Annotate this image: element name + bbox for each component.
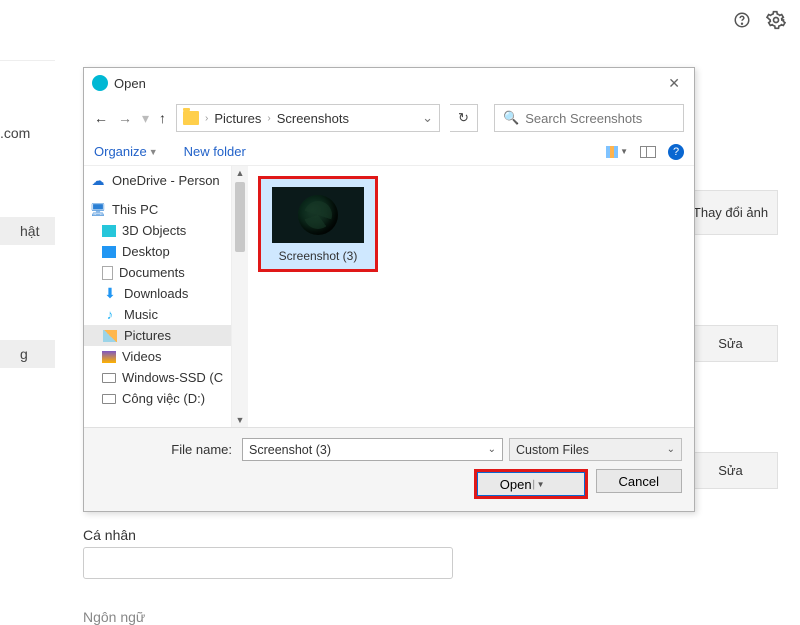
close-button[interactable]: ✕ — [662, 75, 686, 92]
new-folder-button[interactable]: New folder — [184, 144, 246, 159]
pic-icon — [102, 329, 118, 343]
cloud-icon: ☁ — [90, 174, 106, 188]
address-bar[interactable]: › Pictures › Screenshots ⌄ — [176, 104, 440, 132]
tree-item-onedrive-person[interactable]: ☁ OneDrive - Person — [84, 170, 231, 191]
file-list[interactable]: Screenshot (3) — [248, 166, 694, 427]
filename-label: File name: — [96, 442, 236, 457]
tree-item-label: Documents — [119, 265, 185, 280]
view-mode-button[interactable]: ▼ — [606, 146, 628, 158]
background-bottom: Cá nhân Ngôn ngữ — [83, 527, 453, 625]
chevron-down-icon[interactable]: ⌄ — [422, 110, 433, 126]
settings-icon[interactable] — [766, 10, 786, 30]
open-button[interactable]: Open│▼ — [477, 472, 585, 496]
tree-item-label: Desktop — [122, 244, 170, 259]
nav-up-icon[interactable]: ↑ — [159, 110, 166, 126]
tree-item-videos[interactable]: Videos — [84, 346, 231, 367]
tree-item-label: Windows-SSD (C — [122, 370, 223, 385]
organize-menu[interactable]: Organize ▼ — [94, 144, 158, 159]
pc-icon: 🖥 — [90, 203, 106, 217]
tree-scrollbar[interactable]: ▲ ▼ — [232, 166, 248, 427]
breadcrumb[interactable]: Pictures — [214, 111, 261, 126]
background-left: .com hật g — [0, 50, 55, 368]
edit-button-2[interactable]: Sửa — [683, 452, 778, 489]
tree-item-label: Pictures — [124, 328, 171, 343]
personal-input[interactable] — [83, 547, 453, 579]
doc-icon — [102, 266, 113, 280]
tree-item-label: This PC — [112, 202, 158, 217]
chevron-down-icon[interactable]: ⌄ — [488, 444, 496, 455]
tree-item-music[interactable]: ♪ Music — [84, 304, 231, 325]
folder-icon — [183, 111, 199, 125]
open-button-highlight: Open│▼ — [474, 469, 588, 499]
refresh-button[interactable]: ↻ — [450, 104, 478, 132]
file-item-selected[interactable]: Screenshot (3) — [258, 176, 378, 272]
file-label: Screenshot (3) — [279, 249, 358, 263]
file-type-filter[interactable]: Custom Files ⌄ — [509, 438, 682, 461]
filename-input[interactable]: Screenshot (3) ⌄ — [242, 438, 503, 461]
tree-item-desktop[interactable]: Desktop — [84, 241, 231, 262]
edit-button-1[interactable]: Sửa — [683, 325, 778, 362]
blue-icon — [102, 246, 116, 258]
background-right: Thay đổi ảnh Sửa Sửa — [683, 190, 778, 489]
tree-item-label: Downloads — [124, 286, 188, 301]
tree-item-windows-ssd-c[interactable]: Windows-SSD (C — [84, 367, 231, 388]
tree-item-downloads[interactable]: ⬇ Downloads — [84, 283, 231, 304]
dialog-help-icon[interactable]: ? — [668, 144, 684, 160]
tree-item-label: Videos — [122, 349, 162, 364]
dl-icon: ⬇ — [102, 287, 118, 301]
cancel-button[interactable]: Cancel — [596, 469, 682, 493]
file-thumbnail — [272, 187, 364, 243]
preview-pane-button[interactable] — [640, 146, 656, 158]
music-icon: ♪ — [102, 308, 118, 322]
toolbar: Organize ▼ New folder ▼ ? — [84, 138, 694, 166]
nav-arrows: ← → ▾ ↑ — [94, 110, 166, 127]
search-icon: 🔍 — [503, 110, 519, 126]
tree-item-label: 3D Objects — [122, 223, 186, 238]
tree-item-documents[interactable]: Documents — [84, 262, 231, 283]
section-language: Ngôn ngữ — [83, 609, 453, 625]
search-box[interactable]: 🔍 — [494, 104, 684, 132]
tree-item-label: Công việc (D:) — [122, 391, 205, 406]
dialog-title: Open — [114, 76, 146, 91]
open-file-dialog: Open ✕ ← → ▾ ↑ › Pictures › Screenshots … — [83, 67, 695, 512]
tree-item-pictures[interactable]: Pictures — [84, 325, 231, 346]
change-image-button[interactable]: Thay đổi ảnh — [683, 190, 778, 235]
nav-forward-icon: → — [118, 110, 132, 126]
search-input[interactable] — [525, 111, 675, 126]
nav-back-icon[interactable]: ← — [94, 110, 108, 126]
chevron-down-icon[interactable]: ⌄ — [667, 444, 675, 455]
breadcrumb[interactable]: Screenshots — [277, 111, 349, 126]
tree-item-label: OneDrive - Person — [112, 173, 220, 188]
dialog-footer: File name: Screenshot (3) ⌄ Custom Files… — [84, 427, 694, 511]
dialog-titlebar: Open ✕ — [84, 68, 694, 98]
disk-icon — [102, 373, 116, 383]
nav-tree: ☁ OneDrive - Person 🖥 This PC 3D Objects Desk… — [84, 166, 232, 427]
tree-item-label: Music — [124, 307, 158, 322]
nav-bar: ← → ▾ ↑ › Pictures › Screenshots ⌄ ↻ 🔍 — [84, 98, 694, 138]
tree-item-c-ng-vi-c-d-[interactable]: Công việc (D:) — [84, 388, 231, 409]
section-personal: Cá nhân — [83, 527, 453, 543]
tree-item-3d-objects[interactable]: 3D Objects — [84, 220, 231, 241]
app-icon — [92, 75, 108, 91]
help-icon[interactable] — [732, 10, 752, 30]
disk2-icon — [102, 394, 116, 404]
vid-icon — [102, 351, 116, 363]
tree-item-this-pc[interactable]: 🖥 This PC — [84, 199, 231, 220]
cyan-icon — [102, 225, 116, 237]
